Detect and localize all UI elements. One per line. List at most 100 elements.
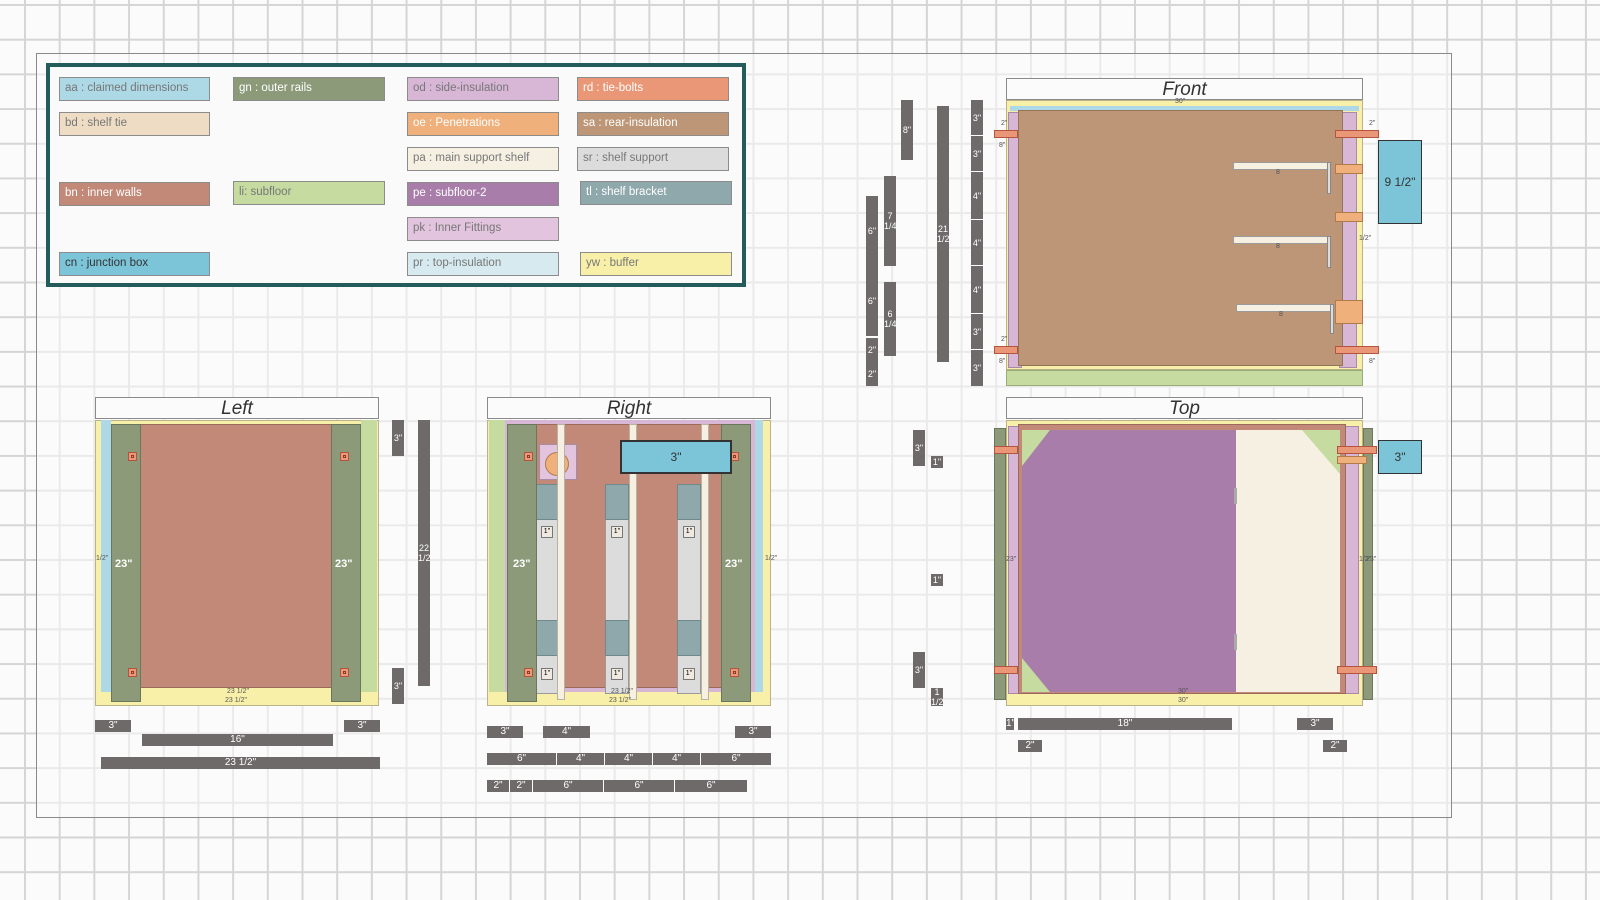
dim-top-s2: 2" xyxy=(1018,740,1042,752)
top-tie-bolt xyxy=(1337,446,1377,454)
dim-text: 7 1/4" xyxy=(884,211,896,231)
dim-top-v1c: 1 1/2" xyxy=(931,688,943,706)
legend-sa[interactable]: sa : rear-insulation xyxy=(577,112,729,136)
legend-li[interactable]: li: subfloor xyxy=(233,181,385,205)
view-title-right: Right xyxy=(487,397,771,419)
dim-text: 3" xyxy=(972,112,982,123)
top-subfloor-2 xyxy=(1022,430,1236,692)
dim-right-r2-a: 6" xyxy=(487,753,557,765)
dim-left-v3a: 3" xyxy=(392,420,404,456)
front-shelf xyxy=(1233,162,1329,170)
dim-left-23-5: 23 1/2" xyxy=(101,757,380,769)
front-tie-bolt xyxy=(1335,346,1379,354)
front-tiny-label: 2" xyxy=(1001,336,1008,343)
legend-rd[interactable]: rd : tie-bolts xyxy=(577,77,729,101)
left-view: 23" 23" 23 1/2" 23 1/2" 1/2" xyxy=(95,420,379,706)
top-tie-bolt xyxy=(994,666,1018,674)
legend-od[interactable]: od : side-insulation xyxy=(407,77,559,101)
legend-oe[interactable]: oe : Penetrations xyxy=(407,112,559,136)
legend-yw[interactable]: yw : buffer xyxy=(580,252,732,276)
dim-text: 8" xyxy=(902,125,912,135)
dim-top-3: 3" xyxy=(1297,718,1333,730)
dim-text: 3" xyxy=(972,363,982,373)
right-tiny-label: 23 1/2" xyxy=(609,697,631,704)
legend-bd[interactable]: bd : shelf tie xyxy=(59,112,210,136)
dim-left-16: 16" xyxy=(142,734,333,746)
dim-top-s3: 2" xyxy=(1323,740,1347,752)
left-tiny-label: 23 1/2" xyxy=(225,697,247,704)
right-bolt xyxy=(524,668,533,677)
left-bolt xyxy=(128,452,137,461)
top-view: 30" 30" 23" 23" 1/2" xyxy=(994,420,1377,706)
dim-front-21: 21 1/2" xyxy=(937,106,949,362)
legend-tl[interactable]: tl : shelf bracket xyxy=(580,181,732,205)
dim-text: 4" xyxy=(972,284,982,295)
right-bracket xyxy=(535,484,559,520)
top-tie-bolt xyxy=(994,446,1018,454)
right-bolt xyxy=(524,452,533,461)
dim-right-r3-d: 6" xyxy=(604,780,675,792)
view-title-top: Top xyxy=(1006,397,1363,419)
legend-cn[interactable]: cn : junction box xyxy=(59,252,210,276)
legend-gn[interactable]: gn : outer rails xyxy=(233,77,385,101)
dim-text: 3" xyxy=(972,326,982,337)
left-bolt xyxy=(340,452,349,461)
legend-panel: aa : claimed dimensions gn : outer rails… xyxy=(46,63,746,287)
legend-pa[interactable]: pa : main support shelf xyxy=(407,147,559,171)
left-inner-wall xyxy=(113,424,359,688)
legend-aa[interactable]: aa : claimed dimensions xyxy=(59,77,210,101)
front-shelf xyxy=(1233,236,1329,244)
dim-text: 6" xyxy=(867,296,877,306)
front-penetration xyxy=(1335,164,1363,174)
right-subfloor xyxy=(489,420,505,692)
front-shelf-bracket xyxy=(1327,236,1331,268)
dim-top-v1a: 1" xyxy=(931,456,943,468)
top-tiny-label: 30" xyxy=(1178,688,1189,695)
front-tiny-label: 8" xyxy=(1369,358,1376,365)
top-junction-label: 3" xyxy=(1394,450,1406,464)
legend-sr[interactable]: sr : shelf support xyxy=(577,147,729,171)
dim-front-col-d: 4" xyxy=(971,220,983,266)
dim-left-3a: 3" xyxy=(95,720,131,732)
front-junction-label: 9 1/2" xyxy=(1384,175,1416,189)
legend-bn[interactable]: bn : inner walls xyxy=(59,182,210,206)
top-side-rail xyxy=(1363,428,1373,700)
dim-right-r3-c: 6" xyxy=(533,780,604,792)
dim-text: 6" xyxy=(867,226,877,236)
left-tiny-label: 23 1/2" xyxy=(227,688,249,695)
dim-text: 3" xyxy=(393,433,403,443)
dim-top-v3b: 3" xyxy=(913,652,925,688)
view-title-left: Left xyxy=(95,397,379,419)
dim-text: 4" xyxy=(972,237,982,248)
right-bolt xyxy=(730,668,739,677)
right-fitting-mark: 1" xyxy=(683,526,695,538)
right-fitting-mark: 1" xyxy=(541,668,553,680)
dim-top-s1: 1" xyxy=(1006,718,1014,730)
right-junction-box[interactable]: 3" xyxy=(620,440,732,474)
top-junction-box[interactable]: 3" xyxy=(1378,440,1422,474)
left-rail-label: 23" xyxy=(115,558,133,570)
legend-pr[interactable]: pr : top-insulation xyxy=(407,252,559,276)
dim-front-2a: 2" xyxy=(866,338,878,362)
dim-front-8: 8" xyxy=(901,100,913,160)
dim-front-col-f: 3" xyxy=(971,314,983,350)
top-penetration xyxy=(1337,456,1367,464)
legend-pk[interactable]: pk : Inner Fittings xyxy=(407,217,559,241)
front-junction-box[interactable]: 9 1/2" xyxy=(1378,140,1422,224)
dim-text: 21 1/2" xyxy=(937,224,949,244)
dim-front-6a: 6" xyxy=(866,196,878,266)
right-shelf-tie xyxy=(557,424,565,700)
dim-right-3b: 3" xyxy=(735,726,771,738)
dim-front-col-g: 3" xyxy=(971,350,983,386)
left-bolt xyxy=(340,668,349,677)
right-rail-label: 23" xyxy=(725,558,743,570)
front-subfloor xyxy=(1006,370,1363,386)
dim-right-r2-b: 4" xyxy=(557,753,605,765)
top-main-shelf xyxy=(1236,430,1340,692)
dim-text: 2" xyxy=(867,345,877,355)
legend-pe[interactable]: pe : subfloor-2 xyxy=(407,182,559,206)
front-tiny-label: 1/2" xyxy=(1359,235,1371,242)
top-tiny-label: 1/2" xyxy=(1359,556,1371,563)
dim-right-r2-e: 6" xyxy=(701,753,771,765)
dim-left-v22: 22 1/2" xyxy=(418,420,430,686)
